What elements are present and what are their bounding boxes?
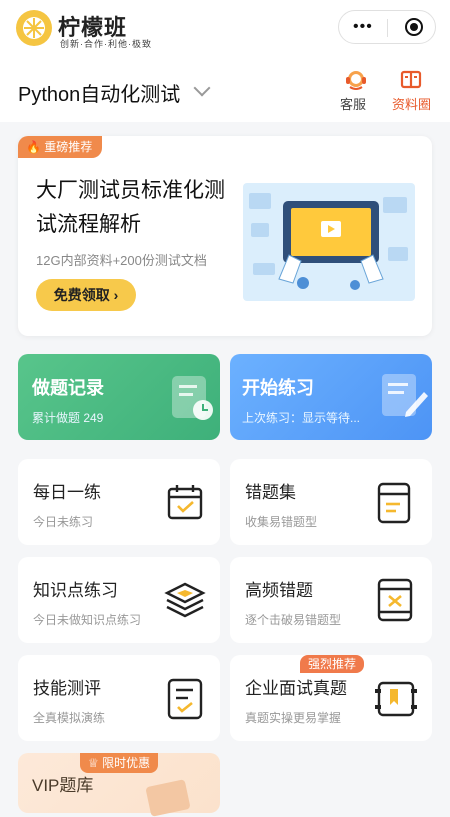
layers-icon	[164, 581, 206, 624]
crown-icon: ♕	[88, 756, 99, 770]
recommend-tag-label: 重磅推荐	[44, 140, 93, 154]
knowledge-practice-status: 今日未做知识点练习	[33, 613, 142, 627]
start-practice-title: 开始练习	[242, 378, 314, 398]
answer-record-card[interactable]: 做题记录 累计做题 249	[18, 354, 220, 440]
skill-assessment-subtitle: 全真模拟演练	[33, 711, 106, 725]
interview-questions-subtitle: 真题实操更易掌握	[245, 711, 342, 725]
free-claim-button[interactable]: 免费领取 ›	[36, 279, 136, 311]
record-clock-icon	[170, 374, 216, 427]
skill-assessment-card[interactable]: 技能测评 全真模拟演练	[18, 655, 220, 741]
wrong-questions-title: 错题集	[245, 483, 296, 502]
daily-practice-title: 每日一练	[33, 483, 101, 502]
vip-title: VIP题库	[32, 776, 94, 795]
wrong-questions-subtitle: 收集易错题型	[245, 515, 318, 529]
limited-offer-label: 限时优惠	[102, 756, 151, 770]
lemon-logo-icon	[16, 10, 52, 46]
banner-subtitle: 12G内部资料+200份测试文档	[36, 253, 207, 268]
capsule-divider	[387, 19, 388, 37]
strongly-recommended-badge: 强烈推荐	[300, 655, 365, 673]
knowledge-practice-card[interactable]: 知识点练习 今日未做知识点练习	[18, 557, 220, 643]
app-slogan: 创新·合作·利他·极致	[60, 39, 152, 49]
knowledge-practice-title: 知识点练习	[33, 581, 118, 600]
bookmark-book-icon	[373, 679, 419, 724]
frequent-errors-subtitle: 逐个击破易错题型	[245, 613, 342, 627]
calendar-check-icon	[166, 483, 204, 526]
recommend-tag: 🔥 重磅推荐	[18, 136, 103, 158]
limited-offer-badge: ♕ 限时优惠	[80, 753, 159, 773]
error-book-icon	[376, 577, 414, 628]
banner-title: 大厂测试员标准化测试流程解析	[36, 179, 225, 236]
more-icon[interactable]: •••	[353, 19, 373, 35]
resources-icon[interactable]	[400, 70, 424, 92]
customer-service-label[interactable]: 客服	[340, 94, 366, 113]
course-selector[interactable]: Python自动化测试	[18, 78, 180, 107]
daily-practice-card[interactable]: 每日一练 今日未练习	[18, 459, 220, 545]
start-practice-card[interactable]: 开始练习 上次练习：显示等待...	[230, 354, 432, 440]
notebook-icon	[376, 481, 412, 530]
skill-assessment-title: 技能测评	[33, 679, 101, 698]
wrong-questions-card[interactable]: 错题集 收集易错题型	[230, 459, 432, 545]
close-target-icon[interactable]	[405, 18, 423, 36]
answer-record-count: 累计做题 249	[32, 411, 104, 425]
fire-icon: 🔥	[26, 140, 41, 154]
edit-document-icon	[380, 372, 430, 427]
resources-label[interactable]: 资料圈	[392, 94, 431, 113]
frequent-errors-title: 高频错题	[245, 581, 313, 600]
frequent-errors-card[interactable]: 高频错题 逐个击破易错题型	[230, 557, 432, 643]
interview-questions-title: 企业面试真题	[245, 679, 347, 698]
daily-practice-status: 今日未练习	[33, 515, 94, 529]
checklist-icon	[166, 677, 204, 726]
customer-service-icon[interactable]	[344, 68, 368, 90]
mini-program-capsule: •••	[338, 10, 436, 44]
banner-illustration	[243, 183, 415, 301]
answer-record-title: 做题记录	[32, 378, 104, 398]
vip-book-illustration	[145, 779, 191, 817]
last-practice-text: 上次练习：显示等待...	[242, 411, 361, 425]
